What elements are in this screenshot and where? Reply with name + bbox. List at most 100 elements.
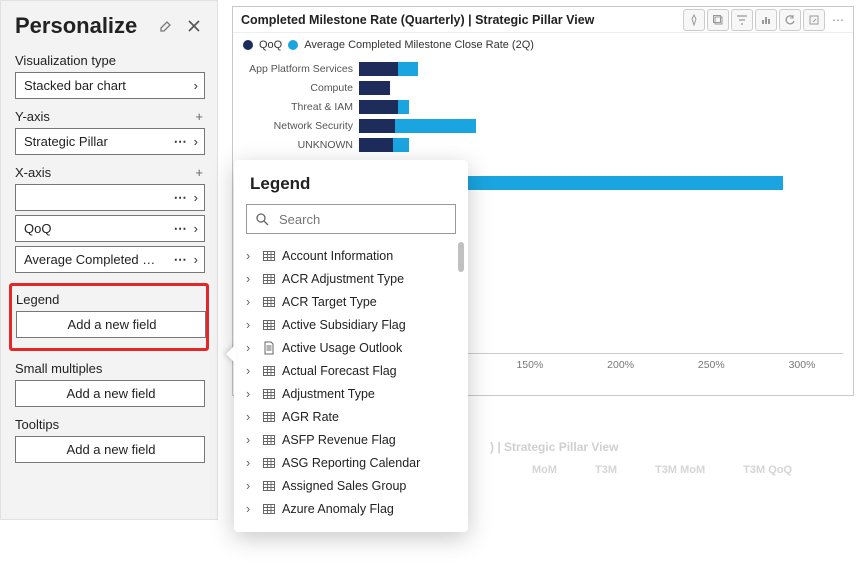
filter-icon[interactable] bbox=[731, 9, 753, 31]
bar-label: UNKNOWN bbox=[233, 139, 359, 151]
chevron-right-icon: › bbox=[246, 272, 256, 286]
field-item[interactable]: ›Actual Forecast Flag bbox=[246, 359, 468, 382]
personalize-icon[interactable] bbox=[755, 9, 777, 31]
field-item-label: Assigned Sales Group bbox=[282, 479, 406, 493]
legend-label-1: QoQ bbox=[259, 39, 282, 51]
legend-swatch-1 bbox=[243, 40, 253, 50]
field-item[interactable]: ›Adjustment Type bbox=[246, 382, 468, 405]
chevron-right-icon: › bbox=[194, 190, 198, 205]
more-icon[interactable]: ⋯ bbox=[174, 252, 188, 268]
chevron-right-icon: › bbox=[246, 364, 256, 378]
chevron-right-icon: › bbox=[246, 249, 256, 263]
chevron-right-icon: › bbox=[246, 456, 256, 470]
chevron-right-icon: › bbox=[246, 433, 256, 447]
field-item-label: Active Subsidiary Flag bbox=[282, 318, 406, 332]
table-icon bbox=[262, 318, 276, 332]
focus-icon[interactable] bbox=[803, 9, 825, 31]
table-icon bbox=[262, 295, 276, 309]
field-item[interactable]: ›Active Usage Outlook bbox=[246, 336, 468, 359]
erase-icon[interactable] bbox=[157, 17, 175, 35]
copy-icon[interactable] bbox=[707, 9, 729, 31]
legend-field-picker: Legend ›Account Information›ACR Adjustme… bbox=[234, 160, 468, 532]
table-icon bbox=[262, 433, 276, 447]
field-list[interactable]: ›Account Information›ACR Adjustment Type… bbox=[234, 242, 468, 522]
chevron-right-icon: › bbox=[246, 318, 256, 332]
field-item[interactable]: ›AGR Rate bbox=[246, 405, 468, 428]
bar-area bbox=[359, 138, 833, 152]
table-icon bbox=[262, 387, 276, 401]
smallmult-label: Small multiples bbox=[15, 361, 203, 376]
tooltips-label: Tooltips bbox=[15, 417, 203, 432]
chevron-right-icon: › bbox=[194, 134, 198, 149]
chevron-right-icon: › bbox=[246, 341, 256, 355]
vis-type-select[interactable]: Stacked bar chart › bbox=[15, 72, 205, 99]
bar-label: Compute bbox=[233, 82, 359, 94]
bar-row: Network Security bbox=[233, 116, 833, 135]
pin-icon[interactable] bbox=[683, 9, 705, 31]
undo-icon[interactable] bbox=[779, 9, 801, 31]
xaxis-field-2[interactable]: Average Completed … ⋯ › bbox=[15, 246, 205, 273]
yaxis-label: Y-axis + bbox=[15, 109, 203, 124]
more-icon[interactable]: ⋯ bbox=[827, 9, 849, 31]
xaxis-field-0[interactable]: ⋯ › bbox=[15, 184, 205, 211]
bar-segment[interactable] bbox=[359, 138, 393, 152]
chevron-right-icon: › bbox=[246, 502, 256, 516]
bar-segment[interactable] bbox=[359, 100, 398, 114]
field-item-label: AGR Rate bbox=[282, 410, 339, 424]
bar-row: Threat & IAM bbox=[233, 97, 833, 116]
close-icon[interactable] bbox=[185, 17, 203, 35]
chevron-right-icon: › bbox=[194, 252, 198, 267]
chart-header: Completed Milestone Rate (Quarterly) | S… bbox=[233, 7, 853, 33]
vis-type-value: Stacked bar chart bbox=[24, 78, 194, 93]
bar-area bbox=[359, 100, 833, 114]
field-item[interactable]: › ASFP Revenue Flag bbox=[246, 428, 468, 451]
field-item[interactable]: › Active Subsidiary Flag bbox=[246, 313, 468, 336]
more-icon[interactable]: ⋯ bbox=[174, 190, 188, 206]
table-icon bbox=[262, 479, 276, 493]
search-box[interactable] bbox=[246, 204, 456, 234]
more-icon[interactable]: ⋯ bbox=[174, 221, 188, 237]
table-icon bbox=[262, 502, 276, 516]
legend-add-button[interactable]: Add a new field bbox=[16, 311, 206, 338]
field-item[interactable]: ›ACR Adjustment Type bbox=[246, 267, 468, 290]
bar-segment[interactable] bbox=[398, 100, 409, 114]
table-icon bbox=[262, 456, 276, 470]
panel-title-row: Personalize bbox=[15, 13, 203, 39]
chart-title: Completed Milestone Rate (Quarterly) | S… bbox=[241, 13, 594, 27]
xaxis-label: X-axis + bbox=[15, 165, 203, 180]
xaxis-field-1[interactable]: QoQ ⋯ › bbox=[15, 215, 205, 242]
legend-label-2: Average Completed Milestone Close Rate (… bbox=[304, 39, 534, 51]
field-item[interactable]: ›Assigned Sales Group bbox=[246, 474, 468, 497]
chevron-right-icon: › bbox=[194, 221, 198, 236]
more-icon[interactable]: ⋯ bbox=[174, 134, 188, 150]
field-item[interactable]: › Azure Anomaly Flag bbox=[246, 497, 468, 520]
table-icon bbox=[262, 410, 276, 424]
add-xaxis-icon[interactable]: + bbox=[195, 165, 203, 180]
bar-segment[interactable] bbox=[359, 62, 398, 76]
tooltips-add-button[interactable]: Add a new field bbox=[15, 436, 205, 463]
bar-segment[interactable] bbox=[398, 62, 418, 76]
bar-label: Network Security bbox=[233, 120, 359, 132]
table-icon bbox=[262, 364, 276, 378]
panel-title: Personalize bbox=[15, 13, 137, 39]
legend-label: Legend bbox=[16, 292, 202, 307]
field-item[interactable]: ›Account Information bbox=[246, 244, 468, 267]
field-item-label: Azure Anomaly Flag bbox=[282, 502, 394, 516]
chevron-right-icon: › bbox=[194, 78, 198, 93]
search-input[interactable] bbox=[277, 211, 457, 228]
bar-segment[interactable] bbox=[359, 119, 395, 133]
document-icon bbox=[262, 341, 276, 355]
field-item-label: Adjustment Type bbox=[282, 387, 375, 401]
bar-segment[interactable] bbox=[359, 81, 390, 95]
chart-legend: QoQ Average Completed Milestone Close Ra… bbox=[233, 33, 853, 53]
add-yaxis-icon[interactable]: + bbox=[195, 109, 203, 124]
smallmult-add-button[interactable]: Add a new field bbox=[15, 380, 205, 407]
bar-segment[interactable] bbox=[395, 119, 476, 133]
field-item-label: ASFP Revenue Flag bbox=[282, 433, 396, 447]
bar-segment[interactable] bbox=[393, 138, 409, 152]
field-item[interactable]: ›ACR Target Type bbox=[246, 290, 468, 313]
scrollbar-thumb[interactable] bbox=[458, 242, 464, 272]
yaxis-field[interactable]: Strategic Pillar ⋯ › bbox=[15, 128, 205, 155]
field-item[interactable]: ›ASG Reporting Calendar bbox=[246, 451, 468, 474]
chart-toolbar: ⋯ bbox=[683, 9, 849, 31]
